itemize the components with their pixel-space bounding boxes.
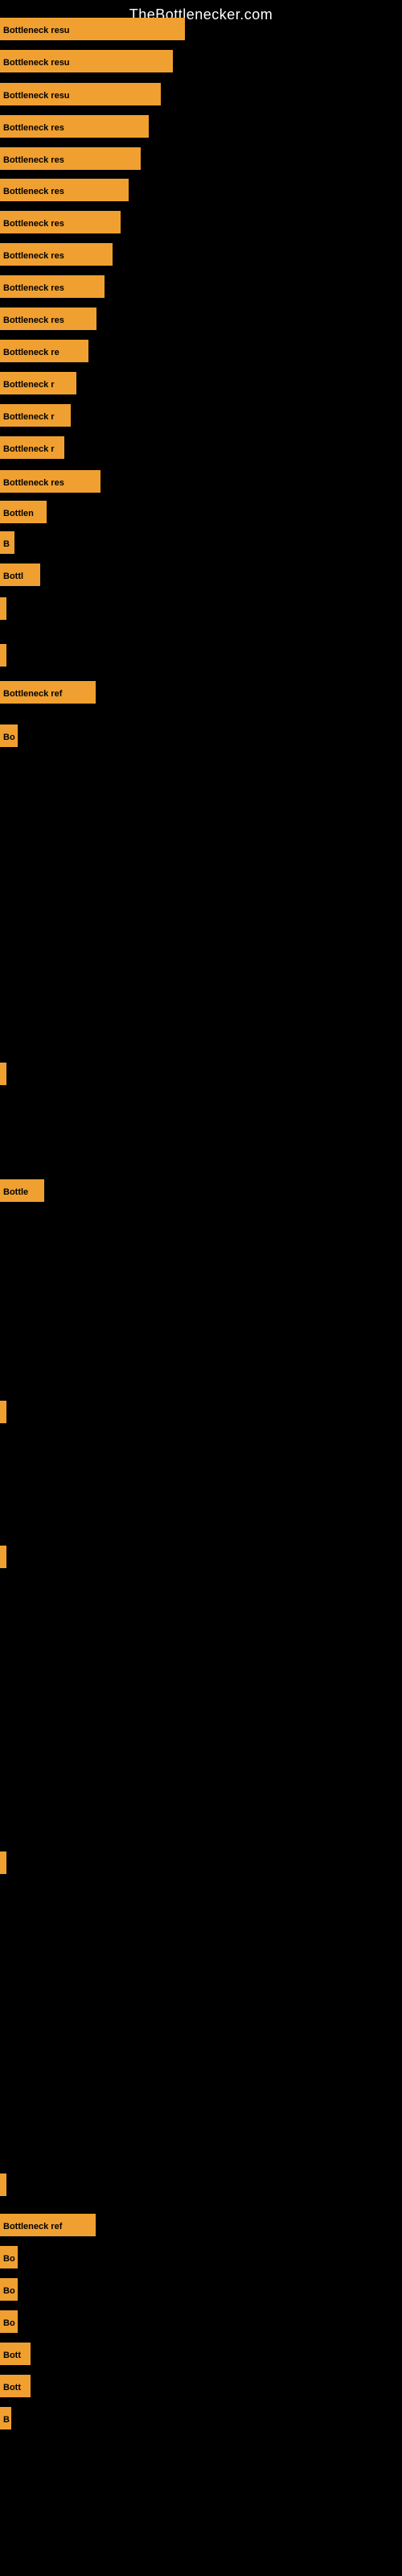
- bar-label: Bottleneck res: [0, 147, 141, 170]
- bar-label: Bo: [0, 2246, 18, 2268]
- bar-label: Bottleneck res: [0, 179, 129, 201]
- bar-row: Bo: [0, 2310, 18, 2333]
- bar-row: B: [0, 2407, 11, 2429]
- bar-row: Bottleneck res: [0, 147, 141, 170]
- bar-row: Bott: [0, 2375, 31, 2397]
- bar-row: Bottleneck ref: [0, 2214, 96, 2236]
- bar-label: Bo: [0, 2310, 18, 2333]
- bar-label: Bo: [0, 724, 18, 747]
- bar-label: Bottleneck res: [0, 275, 105, 298]
- bar-row: Bottleneck resu: [0, 18, 185, 40]
- bar-row: Bottleneck res: [0, 179, 129, 201]
- bar-row: Bottleneck res: [0, 275, 105, 298]
- bar-row: Bo: [0, 724, 18, 747]
- bar-row: Bottlen: [0, 501, 47, 523]
- bar-row: [0, 1401, 6, 1423]
- bar-label: Bottleneck resu: [0, 50, 173, 72]
- bar-label: Bottleneck r: [0, 404, 71, 427]
- bar-label: [0, 1401, 6, 1423]
- bar-row: Bottleneck resu: [0, 50, 173, 72]
- bar-label: Bo: [0, 2278, 18, 2301]
- bar-row: Bottleneck resu: [0, 83, 161, 105]
- bar-row: Bottleneck r: [0, 436, 64, 459]
- bar-label: B: [0, 2407, 11, 2429]
- bar-label: Bottleneck ref: [0, 681, 96, 704]
- bar-row: Bott: [0, 2343, 31, 2365]
- bar-label: Bottleneck res: [0, 211, 121, 233]
- bar-row: Bottleneck res: [0, 308, 96, 330]
- bar-label: Bottleneck res: [0, 243, 113, 266]
- bar-label: Bottleneck r: [0, 372, 76, 394]
- bar-label: Bottle: [0, 1179, 44, 1202]
- bar-row: [0, 2174, 6, 2196]
- bar-row: Bottleneck ref: [0, 681, 96, 704]
- bar-label: [0, 1063, 6, 1085]
- bar-row: Bo: [0, 2278, 18, 2301]
- bar-row: Bottle: [0, 1179, 44, 1202]
- bar-label: Bottl: [0, 564, 40, 586]
- bar-row: Bottleneck r: [0, 372, 76, 394]
- bar-label: Bottleneck resu: [0, 18, 185, 40]
- bar-label: Bottleneck ref: [0, 2214, 96, 2236]
- bar-label: Bottleneck res: [0, 308, 96, 330]
- bar-row: [0, 644, 6, 667]
- bar-row: [0, 1852, 6, 1874]
- bar-label: Bottleneck res: [0, 115, 149, 138]
- bar-label: [0, 1546, 6, 1568]
- bar-row: Bottleneck res: [0, 470, 100, 493]
- bar-row: Bottleneck res: [0, 211, 121, 233]
- bar-row: Bottleneck re: [0, 340, 88, 362]
- bar-label: Bottleneck res: [0, 470, 100, 493]
- bar-row: Bottleneck res: [0, 243, 113, 266]
- bar-row: Bottleneck r: [0, 404, 71, 427]
- bar-row: [0, 597, 6, 620]
- bar-label: Bottleneck r: [0, 436, 64, 459]
- bar-label: [0, 597, 6, 620]
- bar-row: Bo: [0, 2246, 18, 2268]
- bar-row: [0, 1546, 6, 1568]
- bar-label: Bott: [0, 2375, 31, 2397]
- bar-label: [0, 1852, 6, 1874]
- bar-label: [0, 2174, 6, 2196]
- bar-label: B: [0, 531, 14, 554]
- bar-label: Bottleneck resu: [0, 83, 161, 105]
- bar-row: [0, 1063, 6, 1085]
- bar-row: B: [0, 531, 14, 554]
- bar-row: Bottl: [0, 564, 40, 586]
- bar-label: Bottleneck re: [0, 340, 88, 362]
- bar-label: Bott: [0, 2343, 31, 2365]
- bar-label: Bottlen: [0, 501, 47, 523]
- bar-label: [0, 644, 6, 667]
- bar-row: Bottleneck res: [0, 115, 149, 138]
